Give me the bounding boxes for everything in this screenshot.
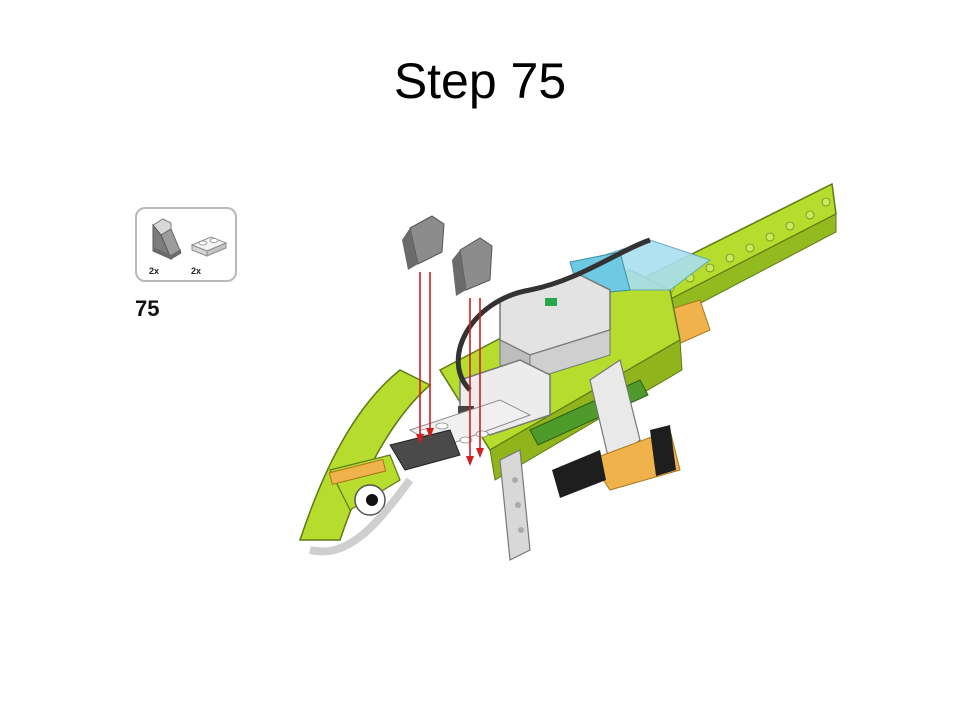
head [298, 369, 461, 556]
slope-brick-icon [152, 218, 182, 260]
slide-title: Step 75 [393, 53, 567, 109]
lego-chameleon-model-illustration [298, 182, 837, 561]
parts-callout: 2x 2x [135, 207, 237, 282]
front-leg [499, 449, 531, 561]
falling-slope-brick-2 [452, 237, 493, 296]
falling-slope-brick-1 [402, 215, 445, 270]
step-number: 75 [135, 296, 160, 321]
part-quantity: 2x [149, 266, 160, 276]
plate-1x2-icon [190, 236, 228, 257]
part-quantity: 2x [191, 266, 202, 276]
